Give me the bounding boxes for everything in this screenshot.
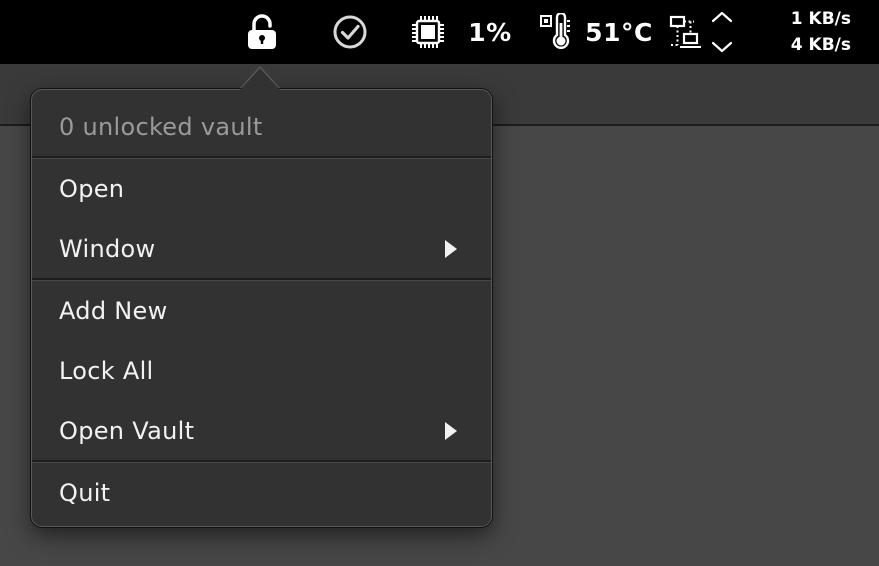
net-upload-speed: 1 KB/s xyxy=(790,9,851,29)
temperature-item[interactable]: 51°C xyxy=(582,0,656,64)
lock-open-icon xyxy=(248,14,276,49)
network-icon xyxy=(669,15,701,48)
submenu-arrow-icon xyxy=(445,422,457,440)
net-download-speed: 4 KB/s xyxy=(790,35,851,55)
menu-item-window[interactable]: Window xyxy=(32,219,491,279)
network-speed-stack[interactable]: 1 KB/s 4 KB/s xyxy=(771,6,851,58)
menu-item-label: Open Vault xyxy=(59,417,195,445)
vault-dropdown-menu: 0 unlocked vault Open Window Add New Loc… xyxy=(31,89,492,527)
up-down-arrows-icon xyxy=(711,11,733,53)
menu-item-lock-all[interactable]: Lock All xyxy=(32,341,491,401)
checkmark-menubar-item[interactable] xyxy=(328,0,372,64)
checkmark-circle-icon xyxy=(333,15,367,49)
menu-item-label: Open xyxy=(59,175,125,203)
network-arrows-item xyxy=(706,0,738,64)
menu-pointer-fill xyxy=(240,68,280,90)
menu-item-open-vault[interactable]: Open Vault xyxy=(32,401,491,461)
menubar: 1% 51°C 1 KB/s 4 KB/s xyxy=(0,0,879,64)
menu-item-label: Lock All xyxy=(59,357,154,385)
cpu-percent-item[interactable]: 1% xyxy=(466,0,514,64)
screen: 1% 51°C 1 KB/s 4 KB/s 0 unlocked vault O… xyxy=(0,0,879,566)
temperature-text: 51°C xyxy=(585,17,653,47)
cpu-percent-text: 1% xyxy=(468,17,512,47)
menu-item-open[interactable]: Open xyxy=(32,159,491,219)
menu-header-label: 0 unlocked vault xyxy=(59,113,263,141)
menu-header-unlocked-count: 0 unlocked vault xyxy=(32,97,491,157)
menu-item-label: Add New xyxy=(59,297,168,325)
menu-item-quit[interactable]: Quit xyxy=(32,463,491,523)
menu-item-label: Quit xyxy=(59,479,111,507)
vault-menubar-item[interactable] xyxy=(238,0,286,64)
thermometer-icon xyxy=(540,13,570,49)
network-icon-item[interactable] xyxy=(666,0,704,64)
cpu-menubar-item[interactable] xyxy=(408,0,448,64)
submenu-arrow-icon xyxy=(445,240,457,258)
menu-item-add-new[interactable]: Add New xyxy=(32,281,491,341)
menu-item-label: Window xyxy=(59,235,156,263)
cpu-chip-icon xyxy=(412,16,444,48)
temperature-icon-item[interactable] xyxy=(536,0,576,64)
